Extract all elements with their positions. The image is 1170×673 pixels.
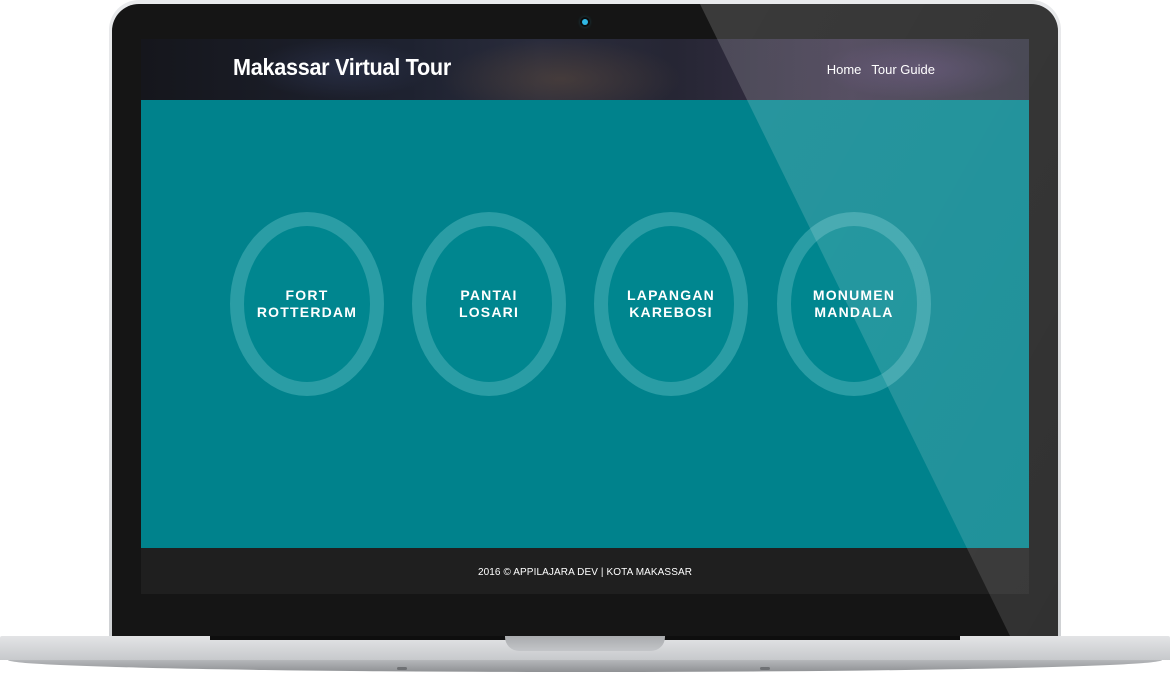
- laptop-thumb-notch: [505, 636, 665, 651]
- main-content: FORT ROTTERDAM PANTAI LOSARI LAPANGAN KA…: [141, 100, 1029, 548]
- footer-copyright: 2016 © APPILAJARA DEV | KOTA MAKASSAR: [477, 566, 693, 578]
- tour-label-line: KAREBOSI: [629, 304, 713, 320]
- tour-label: FORT ROTTERDAM: [247, 287, 367, 321]
- laptop-base: [0, 636, 1170, 673]
- laptop-screen: Makassar Virtual Tour Home Tour Guide FO…: [141, 39, 1029, 594]
- laptop-foot: [760, 667, 770, 670]
- tour-label-line: LAPANGAN: [627, 287, 715, 303]
- tour-label-line: ROTTERDAM: [256, 304, 358, 320]
- tour-button-pantai-losari[interactable]: PANTAI LOSARI: [412, 212, 566, 396]
- tour-label-line: FORT: [285, 287, 329, 303]
- tour-label: PANTAI LOSARI: [429, 287, 549, 321]
- laptop-base-bottom: [8, 660, 1162, 672]
- main-nav: Home Tour Guide: [827, 62, 935, 77]
- tour-label-line: MONUMEN: [812, 287, 896, 303]
- tour-button-lapangan-karebosi[interactable]: LAPANGAN KAREBOSI: [594, 212, 748, 396]
- site-header: Makassar Virtual Tour Home Tour Guide: [141, 39, 1029, 100]
- site-footer: 2016 © APPILAJARA DEV | KOTA MAKASSAR: [141, 548, 1029, 594]
- tour-button-fort-rotterdam[interactable]: FORT ROTTERDAM: [230, 212, 384, 396]
- tour-button-monumen-mandala[interactable]: MONUMEN MANDALA: [777, 212, 931, 396]
- laptop-foot: [397, 667, 407, 670]
- nav-tour-guide-link[interactable]: Tour Guide: [871, 62, 935, 77]
- tour-label: LAPANGAN KAREBOSI: [611, 287, 731, 321]
- tour-label: MONUMEN MANDALA: [794, 287, 914, 321]
- nav-home-link[interactable]: Home: [827, 62, 862, 77]
- site-title[interactable]: Makassar Virtual Tour: [233, 54, 451, 81]
- laptop-mockup: Makassar Virtual Tour Home Tour Guide FO…: [0, 0, 1170, 673]
- webcam-icon: [582, 19, 588, 25]
- tour-label-line: PANTAI: [460, 287, 518, 303]
- tour-label-line: LOSARI: [458, 304, 520, 320]
- tour-label-line: MANDALA: [814, 304, 894, 320]
